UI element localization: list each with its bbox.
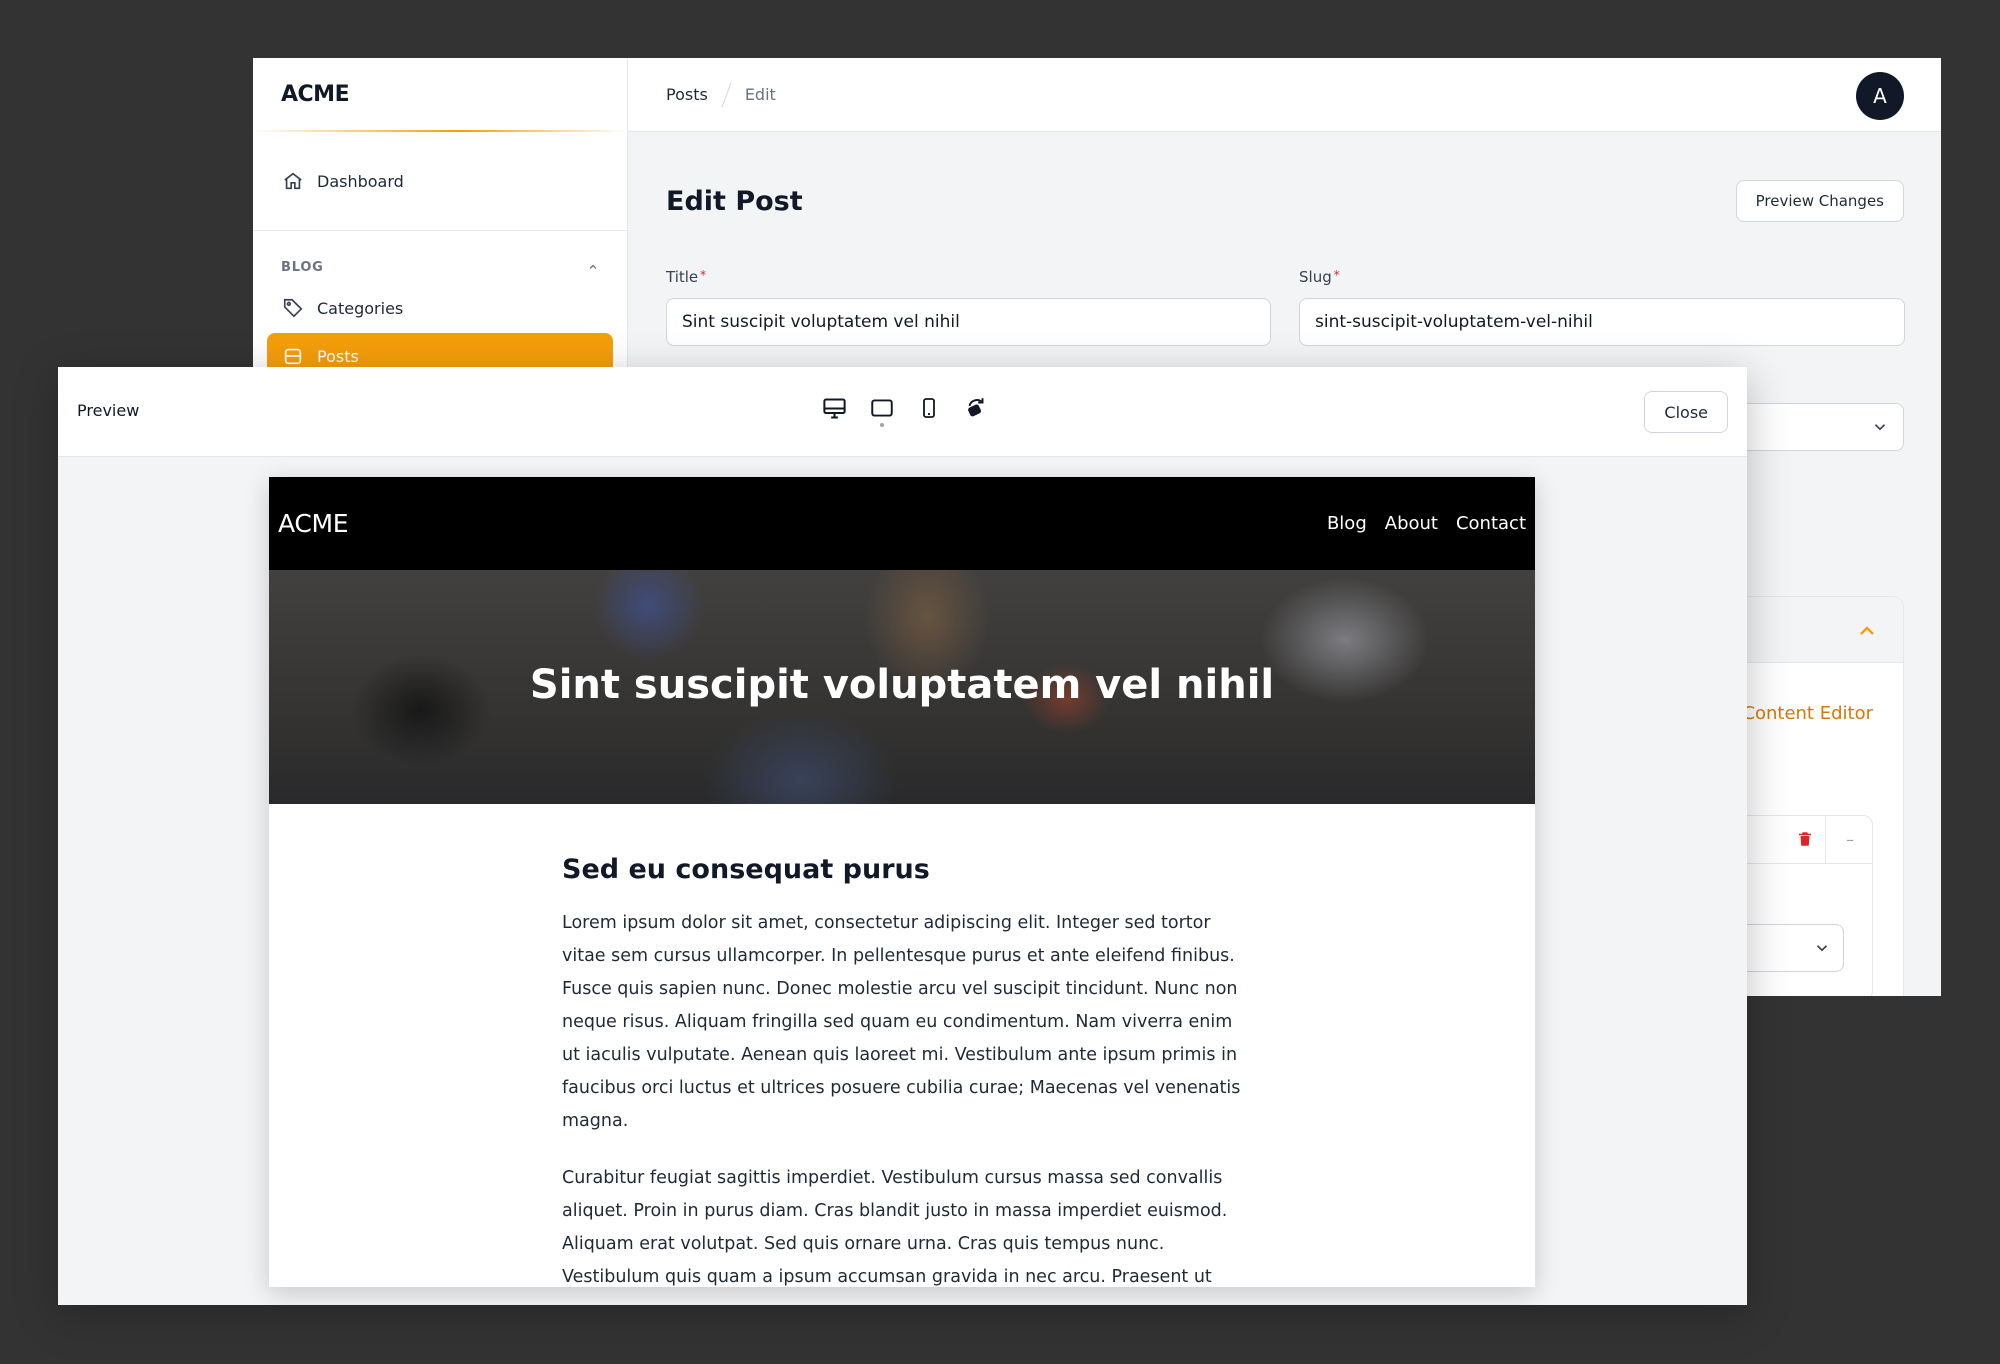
close-button[interactable]: Close xyxy=(1644,391,1728,433)
mobile-icon[interactable] xyxy=(912,389,945,427)
article-paragraph: Curabitur feugiat sagittis imperdiet. Ve… xyxy=(562,1168,1228,1287)
hero-image: Sint suscipit voluptatem vel nihil xyxy=(269,570,1535,804)
site-navbar: ACME Blog About Contact xyxy=(269,477,1535,570)
site-nav-about[interactable]: About xyxy=(1385,513,1438,534)
chevron-up-icon[interactable] xyxy=(587,258,599,277)
brand-logo[interactable]: ACME xyxy=(281,82,350,107)
sidebar-item-dashboard[interactable]: Dashboard xyxy=(267,158,613,204)
sidebar-group-blog[interactable]: BLOG xyxy=(253,257,627,277)
chevron-down-icon xyxy=(1813,939,1831,961)
title-input[interactable]: Sint suscipit voluptatem vel nihil xyxy=(666,298,1271,346)
slug-label: Slug * xyxy=(1299,268,1340,286)
active-indicator xyxy=(880,423,884,427)
home-icon xyxy=(281,169,305,193)
site-nav-links: Blog About Contact xyxy=(1327,513,1526,534)
site-nav-contact[interactable]: Contact xyxy=(1456,513,1526,534)
tag-icon xyxy=(281,296,305,320)
tablet-icon[interactable] xyxy=(865,389,898,427)
sidebar-item-label: Dashboard xyxy=(317,171,404,191)
sidebar-item-label: Posts xyxy=(317,346,359,366)
preview-modal: Preview Close ACME Blog About Contact Si… xyxy=(58,367,1747,1305)
breadcrumb-edit: Edit xyxy=(744,85,776,104)
preview-header: Preview Close xyxy=(58,367,1747,457)
chevron-up-icon[interactable] xyxy=(1855,619,1879,647)
article-paragraph: Lorem ipsum dolor sit amet, consectetur … xyxy=(562,913,1241,1131)
article-body: Sed eu consequat purus Lorem ipsum dolor… xyxy=(562,854,1252,1287)
slug-input[interactable]: sint-suscipit-voluptatem-vel-nihil xyxy=(1299,298,1905,346)
sidebar-item-categories[interactable]: Categories xyxy=(267,285,613,331)
tab-content-editor[interactable]: Content Editor xyxy=(1742,703,1873,724)
builder-divider xyxy=(1825,816,1826,864)
required-mark: * xyxy=(1333,268,1340,282)
topbar: Posts Edit A xyxy=(628,58,1941,132)
breadcrumb-posts[interactable]: Posts xyxy=(666,85,708,104)
avatar[interactable]: A xyxy=(1856,72,1904,120)
preview-title: Preview xyxy=(77,401,140,420)
chevron-down-icon xyxy=(1871,418,1889,440)
site-brand[interactable]: ACME xyxy=(278,509,349,538)
preview-changes-button[interactable]: Preview Changes xyxy=(1735,180,1904,222)
rotate-icon[interactable] xyxy=(959,389,992,427)
breadcrumb-separator xyxy=(721,82,732,107)
title-label-text: Title xyxy=(666,268,699,286)
desktop-icon[interactable] xyxy=(818,389,851,427)
sidebar-item-label: Categories xyxy=(317,298,404,318)
collapse-button[interactable]: – xyxy=(1846,830,1854,849)
site-nav-blog[interactable]: Blog xyxy=(1327,513,1367,534)
site-preview-frame: ACME Blog About Contact Sint suscipit vo… xyxy=(269,477,1535,1287)
title-label: Title * xyxy=(666,268,706,286)
trash-icon[interactable] xyxy=(1796,830,1814,852)
slug-label-text: Slug xyxy=(1299,268,1332,286)
article-heading: Sed eu consequat purus xyxy=(562,854,930,885)
page-title: Edit Post xyxy=(666,186,803,217)
required-mark: * xyxy=(700,268,707,282)
hero-title: Sint suscipit voluptatem vel nihil xyxy=(529,662,1275,708)
inbox-icon xyxy=(281,344,305,368)
sidebar-divider xyxy=(253,230,627,231)
device-toggle-group xyxy=(818,389,992,427)
sidebar-group-label: BLOG xyxy=(281,259,324,275)
brand-bar: ACME xyxy=(253,58,627,132)
